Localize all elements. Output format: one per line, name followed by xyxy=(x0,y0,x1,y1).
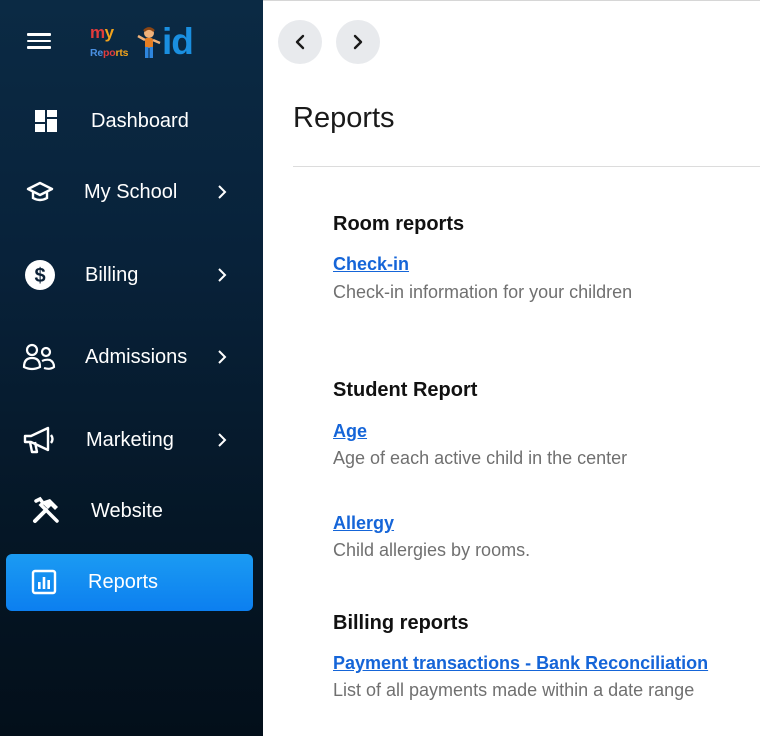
main-content: Reports Room reports Check-in Check-in i… xyxy=(263,0,760,736)
sidebar-item-billing[interactable]: $ Billing xyxy=(0,248,263,302)
chevron-left-icon xyxy=(295,34,305,50)
sidebar-item-label: Website xyxy=(91,500,163,522)
chevron-right-icon xyxy=(218,268,227,282)
chevron-right-icon xyxy=(218,350,227,364)
report-link-age[interactable]: Age xyxy=(333,421,367,442)
dollar-circle-icon: $ xyxy=(23,258,57,292)
megaphone-icon xyxy=(22,423,56,457)
logo-my: my xyxy=(90,23,114,42)
sidebar-item-label: Dashboard xyxy=(91,110,189,132)
report-description: Age of each active child in the center xyxy=(333,448,628,468)
tools-icon xyxy=(29,494,63,528)
app-logo[interactable]: my Reports id xyxy=(88,21,200,65)
sidebar-item-marketing[interactable]: Marketing xyxy=(0,413,263,467)
sidebar-item-label: Admissions xyxy=(85,346,188,368)
sidebar-item-label: Billing xyxy=(85,264,139,286)
chevron-right-icon xyxy=(218,433,227,447)
chevron-right-icon xyxy=(218,185,227,199)
sidebar-item-label: Reports xyxy=(88,571,159,593)
divider xyxy=(293,166,760,167)
bar-chart-icon xyxy=(27,565,61,599)
section-heading-student-report: Student Report xyxy=(333,379,478,401)
report-description: Child allergies by rooms. xyxy=(333,540,531,560)
sidebar-item-reports[interactable]: Reports xyxy=(6,554,253,611)
logo-kid: id xyxy=(162,21,194,62)
report-description: List of all payments made within a date … xyxy=(333,680,695,700)
sidebar-item-dashboard[interactable]: Dashboard xyxy=(0,94,263,148)
sidebar-item-admissions[interactable]: Admissions xyxy=(0,330,263,384)
section-heading-billing-reports: Billing reports xyxy=(333,612,469,634)
users-icon xyxy=(22,341,56,375)
section-heading-room-reports: Room reports xyxy=(333,213,465,235)
logo-kid-figure-icon xyxy=(137,27,161,58)
chevron-right-icon xyxy=(353,34,363,50)
dashboard-icon xyxy=(29,104,63,138)
sidebar-item-my-school[interactable]: My School xyxy=(0,165,263,219)
report-link-allergy[interactable]: Allergy xyxy=(333,513,394,534)
report-link-check-in[interactable]: Check-in xyxy=(333,254,409,275)
report-link-payment-transactions[interactable]: Payment transactions - Bank Reconciliati… xyxy=(333,653,708,674)
back-button[interactable] xyxy=(278,20,322,64)
hamburger-menu-icon[interactable] xyxy=(27,32,53,50)
sidebar-item-website[interactable]: Website xyxy=(0,484,263,538)
sidebar-item-label: My School xyxy=(84,181,178,203)
forward-button[interactable] xyxy=(336,20,380,64)
sidebar: my Reports id Dashboard My School $ Bill… xyxy=(0,0,263,736)
report-description: Check-in information for your children xyxy=(333,282,633,302)
page-title: Reports xyxy=(293,102,395,134)
sidebar-item-label: Marketing xyxy=(86,429,174,451)
logo-reports: Reports xyxy=(90,47,129,59)
svg-text:$: $ xyxy=(34,265,45,287)
graduation-cap-icon xyxy=(23,175,57,209)
